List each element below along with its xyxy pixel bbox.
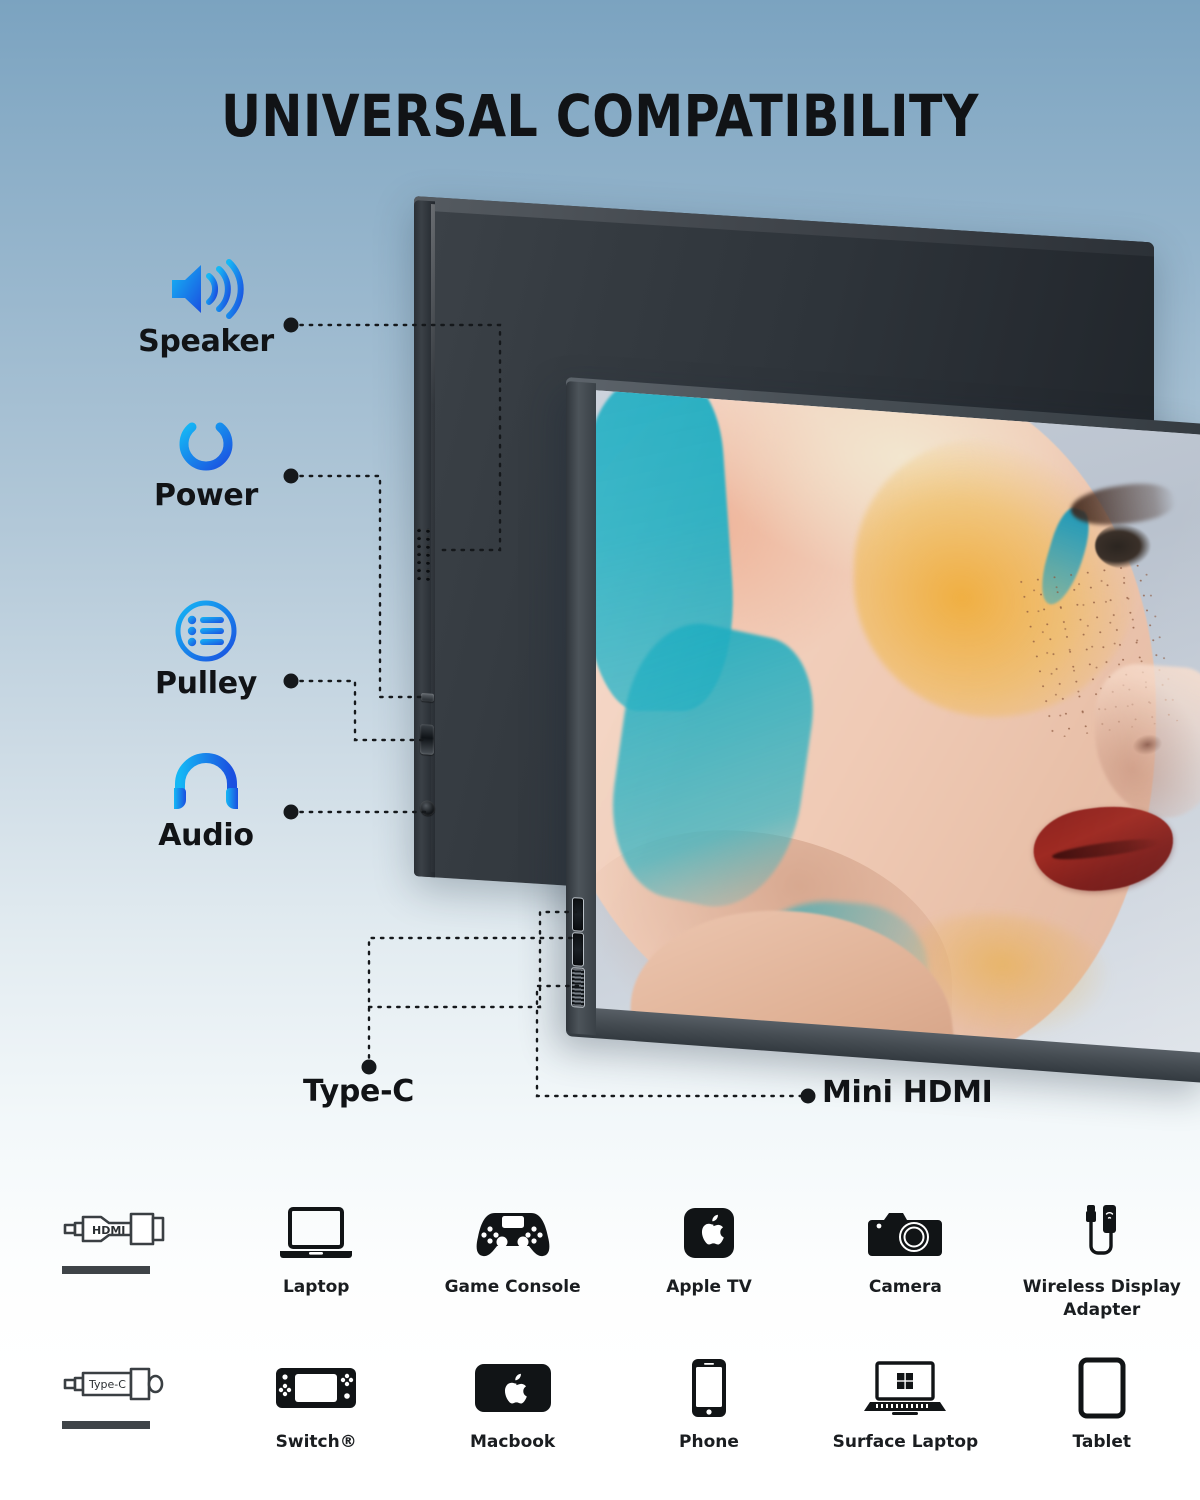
compat-item-label: Laptop — [282, 1277, 350, 1297]
compat-item-phone: Phone — [611, 1351, 807, 1454]
gamepad-icon — [414, 1200, 610, 1266]
camera-icon — [807, 1200, 1003, 1266]
power-icon — [126, 412, 286, 474]
headphone-icon — [126, 752, 286, 814]
compatibility-grid: HDMI Laptop Game Console Apple TV Camera… — [0, 1196, 1200, 1500]
compat-item-label: Camera — [868, 1277, 942, 1297]
surface-laptop-icon — [807, 1355, 1003, 1421]
type-c-connector-icon: Type-C — [62, 1355, 218, 1413]
leader-dot-minihdmi — [800, 1088, 816, 1104]
feature-label: Pulley — [154, 666, 257, 701]
leader-dot-typec — [361, 1059, 377, 1075]
compat-item-label: Tablet — [1072, 1432, 1132, 1452]
compat-item-wireless-display-adapter: Wireless Display Adapter — [1004, 1196, 1200, 1322]
apple-tv-icon — [611, 1200, 807, 1266]
compat-item-apple-tv: Apple TV — [611, 1196, 807, 1299]
type-c-underline-bar — [62, 1421, 150, 1429]
compat-item-label: Apple TV — [666, 1277, 752, 1297]
compat-item-laptop: Laptop — [218, 1196, 414, 1299]
feature-pulley: Pulley — [126, 600, 286, 701]
hdmi-underline-bar — [62, 1266, 150, 1274]
feature-power: Power — [126, 412, 286, 513]
compat-item-game-console: Game Console — [414, 1196, 610, 1299]
compat-item-camera: Camera — [807, 1196, 1003, 1299]
compat-item-label: Macbook — [469, 1432, 556, 1452]
hdmi-connector-text: HDMI — [92, 1224, 125, 1237]
phone-icon — [611, 1355, 807, 1421]
speaker-icon — [126, 258, 286, 320]
leader-lines — [283, 317, 816, 1104]
laptop-icon — [218, 1200, 414, 1266]
product-illustration: Speaker Power Pulley Audio Type-C Mini H… — [0, 0, 1200, 1160]
compat-item-surface-laptop: Surface Laptop — [807, 1351, 1003, 1454]
port-label-mini-hdmi: Mini HDMI — [822, 1075, 993, 1110]
compat-row-hdmi: HDMI Laptop Game Console Apple TV Camera… — [0, 1196, 1200, 1351]
feature-label: Speaker — [138, 324, 274, 359]
wireless-display-adapter-icon — [1004, 1200, 1200, 1266]
feature-audio: Audio — [126, 752, 286, 853]
feature-label: Audio — [158, 818, 254, 853]
compat-item-label: Game Console — [444, 1277, 581, 1297]
compat-row-type-c: Type-C Switch® Macbook Phone Surface Lap… — [0, 1351, 1200, 1500]
feature-label: Power — [154, 478, 258, 513]
nintendo-switch-icon — [218, 1355, 414, 1421]
menu-list-icon — [126, 600, 286, 662]
connector-hdmi: HDMI — [0, 1196, 218, 1274]
compat-item-label: Switch® — [275, 1432, 357, 1452]
compat-item-label: Phone — [679, 1432, 739, 1452]
infographic-page: UNIVERSAL COMPATIBILITY Speaker Power Pu… — [0, 0, 1200, 1500]
tablet-icon — [1004, 1355, 1200, 1421]
compat-item-macbook: Macbook — [414, 1351, 610, 1454]
feature-speaker: Speaker — [126, 258, 286, 359]
hdmi-connector-icon: HDMI — [62, 1200, 218, 1258]
type-c-connector-text: Type-C — [88, 1378, 126, 1391]
macbook-icon — [414, 1355, 610, 1421]
compat-item-switch: Switch® — [218, 1351, 414, 1454]
port-label-type-c: Type-C — [303, 1074, 414, 1109]
compat-item-label: Wireless Display Adapter — [1022, 1277, 1181, 1320]
connector-type-c: Type-C — [0, 1351, 218, 1429]
compat-item-tablet: Tablet — [1004, 1351, 1200, 1454]
compat-item-label: Surface Laptop — [832, 1432, 979, 1452]
